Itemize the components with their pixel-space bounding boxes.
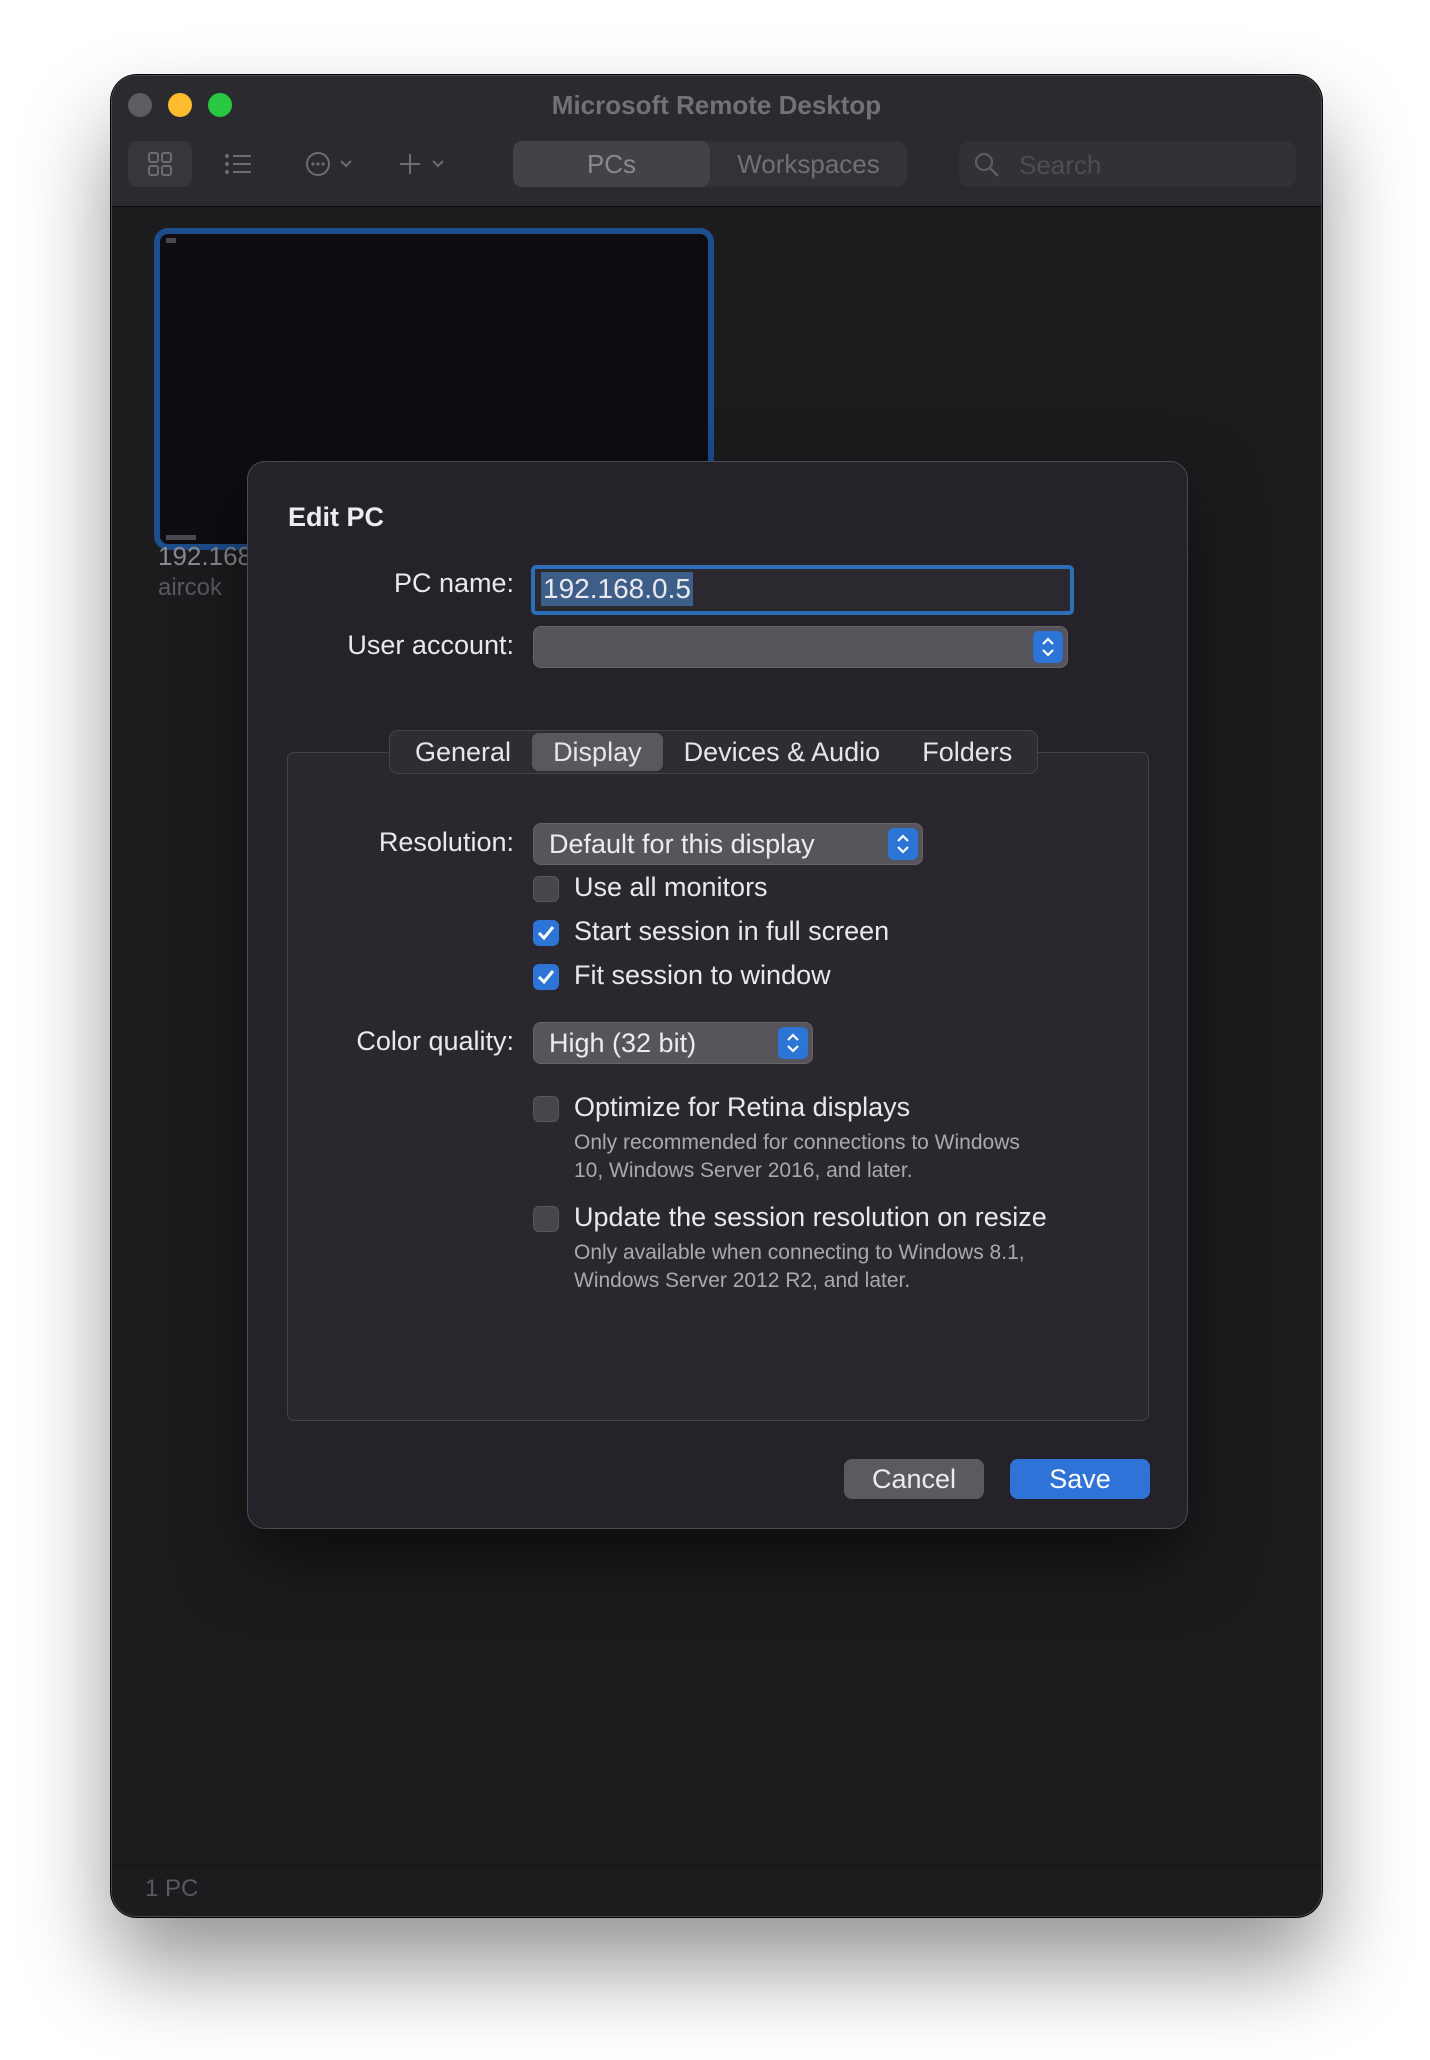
pc-user-label: aircok <box>158 574 223 601</box>
color-quality-value: High (32 bit) <box>549 1028 697 1058</box>
pc-name-value: 192.168.0.5 <box>541 572 693 606</box>
dialog-title: Edit PC <box>288 502 385 532</box>
use-all-monitors-label: Use all monitors <box>574 872 768 902</box>
grid-view-button[interactable] <box>128 141 192 187</box>
status-bar: 1 PC <box>112 1865 1321 1916</box>
tab-bar: General Display Devices & Audio Folders <box>389 730 1039 774</box>
user-account-label: User account: <box>347 630 514 660</box>
thumbnail-taskbar <box>166 535 196 540</box>
cancel-button[interactable]: Cancel <box>844 1459 984 1499</box>
search-icon <box>974 152 999 177</box>
resize-help-text: Only available when connecting to Window… <box>574 1239 1094 1295</box>
add-button[interactable] <box>384 141 464 187</box>
pc-name-label: PC name: <box>393 568 514 598</box>
fit-to-window-label: Fit session to window <box>574 960 831 990</box>
list-view-button[interactable] <box>210 141 266 187</box>
retina-label: Optimize for Retina displays <box>574 1092 911 1122</box>
tab-general[interactable]: General <box>394 733 532 771</box>
use-all-monitors-checkbox[interactable] <box>533 876 559 902</box>
color-quality-label: Color quality: <box>356 1026 514 1056</box>
resolution-select[interactable]: Default for this display <box>533 823 923 865</box>
color-quality-select[interactable]: High (32 bit) <box>533 1022 813 1064</box>
retina-help-line: Only recommended for connections to Wind… <box>574 1131 1020 1154</box>
checkmark-icon <box>537 970 555 985</box>
resize-help-line: Windows Server 2012 R2, and later. <box>574 1269 911 1292</box>
view-segmented-control: PCs Workspaces <box>513 141 907 187</box>
retina-checkbox[interactable] <box>533 1096 559 1122</box>
segment-workspaces[interactable]: Workspaces <box>710 141 907 187</box>
thumbnail-detail <box>166 238 176 243</box>
retina-help-text: Only recommended for connections to Wind… <box>574 1129 1094 1185</box>
titlebar: Microsoft Remote Desktop PCs Workspaces … <box>112 76 1321 207</box>
add-icon <box>400 154 444 174</box>
stepper-arrows-icon <box>1033 631 1063 663</box>
stepper-arrows-icon <box>778 1027 808 1059</box>
edit-pc-dialog: Edit PC PC name: 192.168.0.5 User accoun… <box>247 461 1188 1529</box>
resolution-label: Resolution: <box>378 827 514 857</box>
window-title: Microsoft Remote Desktop <box>551 90 882 120</box>
tab-display[interactable]: Display <box>532 733 663 771</box>
resize-checkbox[interactable] <box>533 1206 559 1232</box>
segment-pcs[interactable]: PCs <box>513 141 710 187</box>
resize-label: Update the session resolution on resize <box>574 1202 1047 1232</box>
resolution-value: Default for this display <box>549 829 815 859</box>
grid-view-icon <box>148 152 172 176</box>
more-options-button[interactable] <box>292 141 372 187</box>
retina-help-line: 10, Windows Server 2016, and later. <box>574 1159 913 1182</box>
stepper-arrows-icon <box>888 828 918 860</box>
search-field[interactable]: Search <box>959 141 1296 187</box>
fit-to-window-checkbox[interactable] <box>533 964 559 990</box>
tab-devices-audio[interactable]: Devices & Audio <box>663 733 902 771</box>
pc-name-input[interactable]: 192.168.0.5 <box>531 565 1074 615</box>
save-button[interactable]: Save <box>1010 1459 1150 1499</box>
checkmark-icon <box>537 926 555 941</box>
full-screen-label: Start session in full screen <box>574 916 890 946</box>
pc-name-label: 192.168 <box>158 541 252 571</box>
more-options-icon <box>306 152 352 176</box>
search-placeholder: Search <box>1019 150 1102 180</box>
full-screen-checkbox[interactable] <box>533 920 559 946</box>
resize-help-line: Only available when connecting to Window… <box>574 1241 1025 1264</box>
user-account-select[interactable] <box>533 626 1068 668</box>
list-view-icon <box>225 154 251 174</box>
tab-folders[interactable]: Folders <box>901 733 1033 771</box>
pc-count: 1 PC <box>145 1875 199 1902</box>
